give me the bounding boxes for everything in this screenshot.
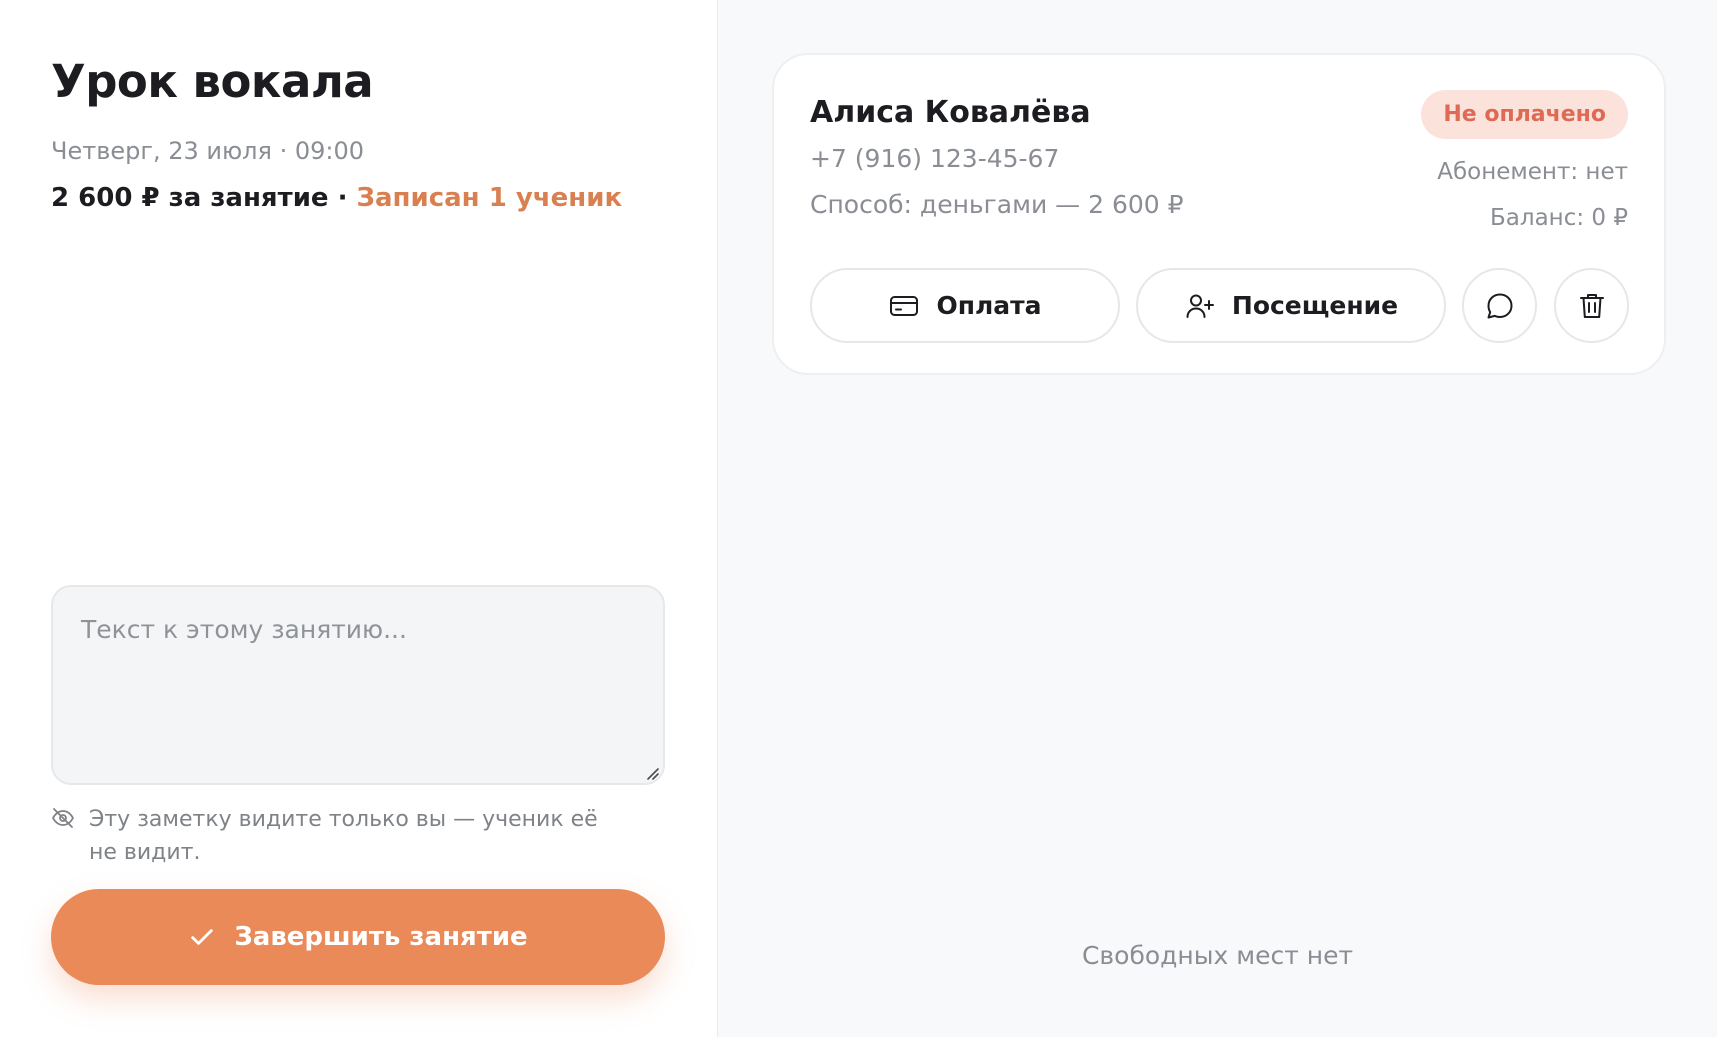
user-plus-icon bbox=[1186, 294, 1214, 318]
lesson-price-line: 2 600 ₽ за занятие · Записан 1 ученик bbox=[51, 183, 622, 213]
payment-button[interactable]: Оплата bbox=[810, 268, 1120, 343]
message-button[interactable] bbox=[1462, 268, 1537, 343]
student-card: Алиса Ковалёва +7 (916) 123-45-67 Способ… bbox=[772, 53, 1666, 375]
finish-lesson-label: Завершить занятие bbox=[234, 922, 528, 952]
no-seats-label: Свободных мест нет bbox=[1081, 941, 1354, 970]
student-phone: +7 (916) 123-45-67 bbox=[810, 144, 1060, 173]
subscription-status: Абонемент: нет bbox=[1437, 159, 1628, 185]
lesson-panel: Урок вокала Четверг, 23 июля · 09:00 2 6… bbox=[0, 0, 718, 1037]
lesson-title: Урок вокала bbox=[51, 55, 374, 108]
payment-status-badge: Не оплачено bbox=[1421, 90, 1628, 139]
credit-card-icon bbox=[890, 295, 919, 316]
resize-handle-icon[interactable] bbox=[645, 766, 659, 780]
chat-bubble-icon bbox=[1487, 293, 1512, 318]
lesson-price: 2 600 ₽ за занятие bbox=[51, 183, 329, 213]
attendance-button-label: Посещение bbox=[1231, 291, 1399, 320]
note-hint-text: Эту заметку видите только вы — ученик её… bbox=[89, 807, 598, 865]
lesson-datetime: Четверг, 23 июля · 09:00 bbox=[51, 137, 365, 165]
lesson-note-input[interactable] bbox=[51, 585, 665, 785]
delete-button[interactable] bbox=[1554, 268, 1629, 343]
payment-method: Способ: деньгами — 2 600 ₽ bbox=[810, 190, 1184, 219]
note-privacy-hint: Эту заметку видите только вы — ученик её… bbox=[51, 803, 611, 869]
student-name: Алиса Ковалёва bbox=[810, 95, 1091, 130]
attendance-button[interactable]: Посещение bbox=[1136, 268, 1446, 343]
enrolled-count: Записан 1 ученик bbox=[356, 183, 623, 213]
student-balance: Баланс: 0 ₽ bbox=[1490, 205, 1628, 231]
trash-icon bbox=[1579, 293, 1604, 318]
finish-lesson-button[interactable]: Завершить занятие bbox=[51, 889, 665, 985]
price-separator: · bbox=[328, 183, 357, 213]
check-icon bbox=[191, 929, 214, 945]
payment-button-label: Оплата bbox=[936, 291, 1042, 320]
eye-off-icon bbox=[52, 808, 74, 828]
